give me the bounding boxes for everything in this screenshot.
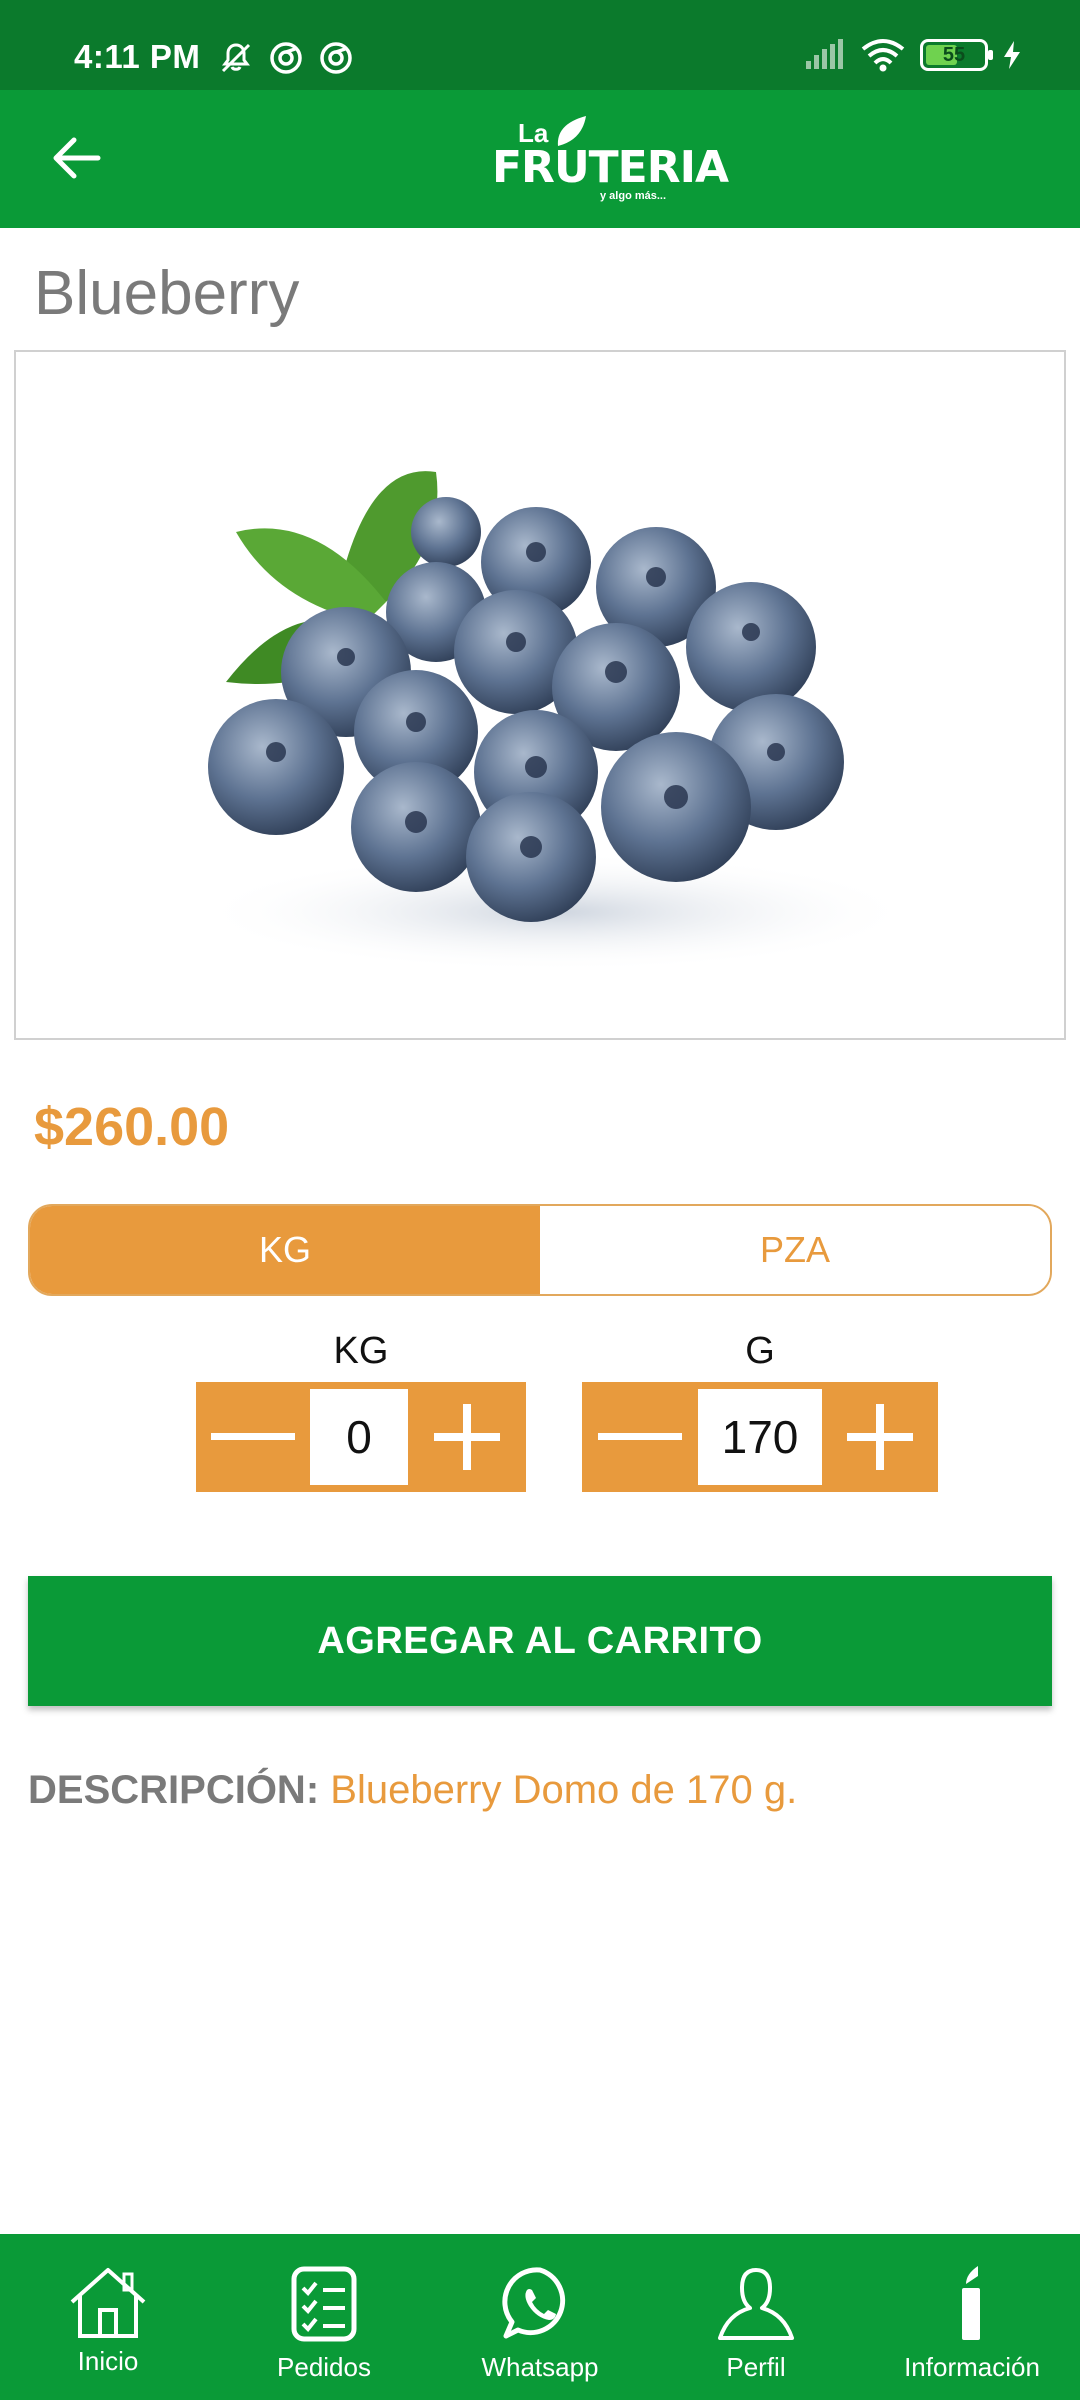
home-icon <box>70 2268 146 2338</box>
bottom-nav: Inicio Pedidos Whatsapp Perfil Informaci… <box>0 2234 1080 2400</box>
nav-label-inicio: Inicio <box>77 2346 139 2376</box>
minus-icon <box>211 1433 295 1440</box>
back-button[interactable] <box>44 126 108 190</box>
description: DESCRIPCIÓN: Blueberry Domo de 170 g. <box>28 1768 797 1813</box>
battery-tip <box>988 50 993 60</box>
kg-quantity-stepper: 0 <box>196 1382 526 1492</box>
logo-tagline: y algo más... <box>600 190 667 202</box>
g-quantity-stepper: 170 <box>582 1382 938 1492</box>
minus-icon <box>598 1433 682 1440</box>
whatsapp-icon <box>502 2267 566 2339</box>
blueberries-photo <box>196 471 916 972</box>
nav-item-whatsapp[interactable]: Whatsapp <box>432 2234 648 2400</box>
logo: La FRUTERIA y algo más... <box>490 114 729 206</box>
description-label: DESCRIPCIÓN: <box>28 1768 320 1812</box>
description-text: Blueberry Domo de 170 g. <box>330 1768 798 1812</box>
status-time: 4:11 PM <box>74 38 201 75</box>
battery-icon: 55 <box>920 39 993 71</box>
nav-item-informacion[interactable]: Información <box>864 2234 1080 2400</box>
plus-icon <box>434 1404 500 1470</box>
logo-main: FRUTERIA <box>492 142 729 193</box>
charging-icon <box>1004 41 1020 69</box>
sync-icon <box>320 42 352 74</box>
price: $260.00 <box>34 1097 230 1157</box>
sync-icon <box>270 42 302 74</box>
status-bar: 4:11 PM 55 <box>0 0 1080 90</box>
status-icons-right: 55 <box>804 38 1022 72</box>
orders-icon <box>291 2266 357 2342</box>
plus-icon <box>847 1404 913 1470</box>
arrow-left-icon <box>53 137 101 179</box>
status-icons-left <box>218 40 354 76</box>
signal-icon <box>806 39 843 69</box>
battery-text: 55 <box>942 44 966 66</box>
unit-option-pza[interactable]: PZA <box>540 1206 1050 1294</box>
nav-item-pedidos[interactable]: Pedidos <box>216 2234 432 2400</box>
nav-label-pedidos: Pedidos <box>277 2352 371 2382</box>
unit-option-kg[interactable]: KG <box>30 1206 540 1294</box>
kg-increment-button[interactable] <box>408 1382 526 1492</box>
g-increment-button[interactable] <box>822 1382 938 1492</box>
kg-quantity-label: KG <box>333 1330 389 1372</box>
nav-item-perfil[interactable]: Perfil <box>648 2234 864 2400</box>
product-image <box>14 350 1066 1040</box>
product-title: Blueberry <box>34 259 300 328</box>
nav-label-whatsapp: Whatsapp <box>481 2352 599 2382</box>
nav-label-perfil: Perfil <box>726 2352 786 2382</box>
add-to-cart-button[interactable]: AGREGAR AL CARRITO <box>28 1576 1052 1706</box>
g-quantity-value[interactable]: 170 <box>698 1389 822 1485</box>
app-header: La FRUTERIA y algo más... <box>0 90 1080 228</box>
unit-toggle: KG PZA <box>28 1204 1052 1296</box>
g-quantity-label: G <box>745 1330 775 1372</box>
wifi-icon <box>861 39 905 72</box>
kg-quantity-value[interactable]: 0 <box>310 1389 408 1485</box>
profile-icon <box>718 2268 794 2340</box>
mute-icon <box>221 43 251 73</box>
kg-decrement-button[interactable] <box>196 1382 310 1492</box>
nav-item-inicio[interactable]: Inicio <box>0 2234 216 2400</box>
info-icon <box>962 2266 980 2340</box>
g-decrement-button[interactable] <box>582 1382 698 1492</box>
nav-label-informacion: Información <box>904 2352 1040 2382</box>
